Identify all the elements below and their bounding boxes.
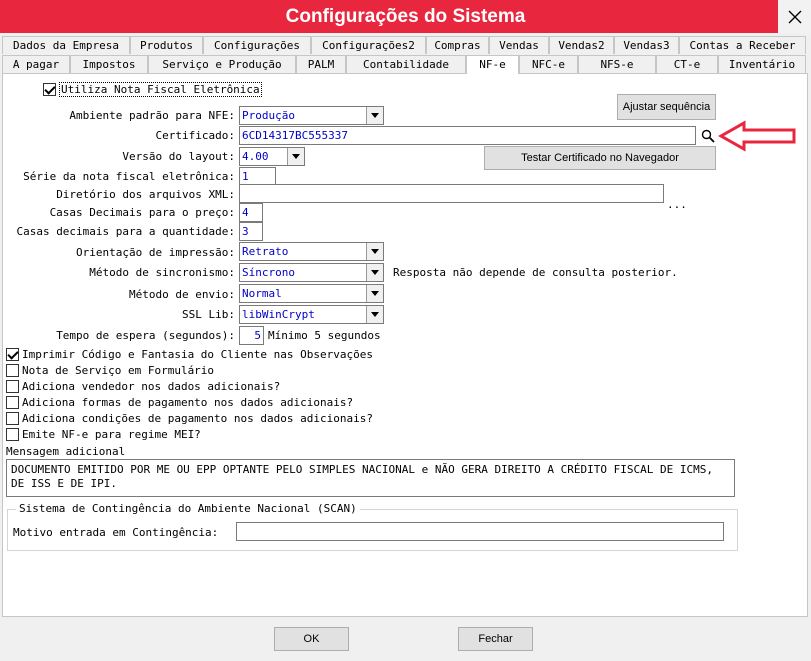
versao-select[interactable]: 4.00 (239, 147, 305, 166)
tab-ct-e[interactable]: CT-e (656, 55, 718, 73)
fechar-button[interactable]: Fechar (458, 627, 533, 651)
nota-servico-label: Nota de Serviço em Formulário (22, 364, 215, 377)
ambiente-value: Produção (242, 109, 295, 122)
tab-palm[interactable]: PALM (296, 55, 346, 73)
certificado-label: Certificado: (155, 129, 235, 142)
certificado-input[interactable]: 6CD14317BC555337 (239, 126, 696, 145)
adiciona-condicoes-pagamento-checkbox[interactable] (6, 412, 19, 425)
tempo-label: Tempo de espera (segundos): (56, 329, 235, 342)
adiciona-vendedor-checkbox[interactable] (6, 380, 19, 393)
ssl-label: SSL Lib: (182, 308, 235, 321)
motivo-contingencia-label: Motivo entrada em Contingência: (13, 526, 219, 539)
tab-vendas2[interactable]: Vendas2 (549, 36, 614, 54)
adiciona-vendedor-label: Adiciona vendedor nos dados adicionais? (22, 380, 281, 393)
tab-dados-empresa[interactable]: Dados da Empresa (2, 36, 130, 54)
chevron-down-icon (287, 148, 304, 165)
diretorio-browse-button[interactable]: ... (667, 198, 687, 211)
testar-certificado-button[interactable]: Testar Certificado no Navegador (484, 146, 716, 170)
sincronismo-value: Síncrono (242, 266, 295, 279)
casas-qtd-input[interactable]: 3 (239, 222, 263, 241)
mensagem-textarea[interactable]: DOCUMENTO EMITIDO POR ME OU EPP OPTANTE … (6, 459, 735, 497)
fechar-label: Fechar (478, 633, 513, 645)
close-button[interactable] (778, 0, 811, 33)
tab-configuracoes2[interactable]: Configurações2 (311, 36, 426, 54)
orientacao-label: Orientação de impressão: (76, 246, 235, 259)
nota-servico-checkbox[interactable] (6, 364, 19, 377)
casas-preco-input[interactable]: 4 (239, 203, 263, 222)
utiliza-nfe-label: Utiliza Nota Fiscal Eletrônica (59, 82, 262, 97)
imprimir-codigo-checkbox[interactable] (6, 348, 19, 361)
sincronismo-hint: Resposta não depende de consulta posteri… (393, 266, 678, 279)
certificado-search-button[interactable] (698, 126, 717, 145)
emite-mei-label: Emite NF-e para regime MEI? (22, 428, 201, 441)
tab-nfc-e[interactable]: NFC-e (519, 55, 578, 73)
chevron-down-icon (366, 306, 383, 323)
tab-servico-producao[interactable]: Serviço e Produção (148, 55, 296, 73)
left-arrow-icon (718, 120, 796, 152)
tab-contabilidade[interactable]: Contabilidade (346, 55, 466, 73)
casas-qtd-label: Casas decimais para a quantidade: (16, 225, 235, 238)
window-title: Configurações do Sistema (285, 6, 526, 27)
tab-produtos[interactable]: Produtos (130, 36, 203, 54)
tab-nf-e[interactable]: NF-e (466, 55, 519, 74)
envio-select[interactable]: Normal (239, 284, 384, 303)
tab-impostos[interactable]: Impostos (70, 55, 148, 73)
search-icon (701, 129, 715, 143)
tab-compras[interactable]: Compras (426, 36, 489, 54)
ok-label: OK (303, 633, 320, 645)
chevron-down-icon (366, 264, 383, 281)
scan-groupbox-title: Sistema de Contingência do Ambiente Naci… (16, 502, 360, 515)
tab-nfs-e[interactable]: NFS-e (578, 55, 656, 73)
orientacao-value: Retrato (242, 245, 289, 258)
chevron-down-icon (366, 243, 383, 260)
envio-value: Normal (242, 287, 282, 300)
versao-value: 4.00 (242, 150, 269, 163)
sincronismo-label: Método de sincronismo: (89, 266, 235, 279)
tempo-hint: Mínimo 5 segundos (268, 329, 381, 342)
serie-label: Série da nota fiscal eletrônica: (23, 170, 235, 183)
ok-button[interactable]: OK (274, 627, 349, 651)
imprimir-codigo-label: Imprimir Código e Fantasia do Cliente na… (22, 348, 373, 361)
tab-configuracoes[interactable]: Configurações (203, 36, 311, 54)
tempo-input[interactable]: 5 (239, 326, 264, 345)
tab-vendas[interactable]: Vendas (489, 36, 549, 54)
emite-mei-checkbox[interactable] (6, 428, 19, 441)
tab-contas-receber[interactable]: Contas a Receber (679, 36, 806, 54)
tab-inventario[interactable]: Inventário (718, 55, 806, 73)
diretorio-label: Diretório dos arquivos XML: (56, 188, 235, 201)
motivo-contingencia-input[interactable] (236, 522, 724, 541)
sincronismo-select[interactable]: Síncrono (239, 263, 384, 282)
ssl-select[interactable]: libWinCrypt (239, 305, 384, 324)
ssl-value: libWinCrypt (242, 308, 315, 321)
chevron-down-icon (366, 107, 383, 124)
adiciona-formas-pagamento-label: Adiciona formas de pagamento nos dados a… (22, 396, 354, 409)
mensagem-label: Mensagem adicional (6, 445, 126, 458)
diretorio-input[interactable] (239, 184, 664, 203)
orientacao-select[interactable]: Retrato (239, 242, 384, 261)
tab-vendas3[interactable]: Vendas3 (614, 36, 679, 54)
utiliza-nfe-checkbox[interactable] (43, 83, 56, 96)
chevron-down-icon (366, 285, 383, 302)
ajustar-sequencia-button[interactable]: Ajustar sequência (617, 94, 716, 120)
adiciona-formas-pagamento-checkbox[interactable] (6, 396, 19, 409)
close-icon (788, 10, 801, 23)
casas-preco-label: Casas Decimais para o preço: (49, 206, 235, 219)
ambiente-select[interactable]: Produção (239, 106, 384, 125)
adiciona-condicoes-pagamento-label: Adiciona condições de pagamento nos dado… (22, 412, 373, 425)
tab-a-pagar[interactable]: A pagar (2, 55, 70, 73)
envio-label: Método de envio: (129, 288, 235, 301)
versao-label: Versão do layout: (122, 150, 235, 163)
ambiente-label: Ambiente padrão para NFE: (69, 109, 235, 122)
